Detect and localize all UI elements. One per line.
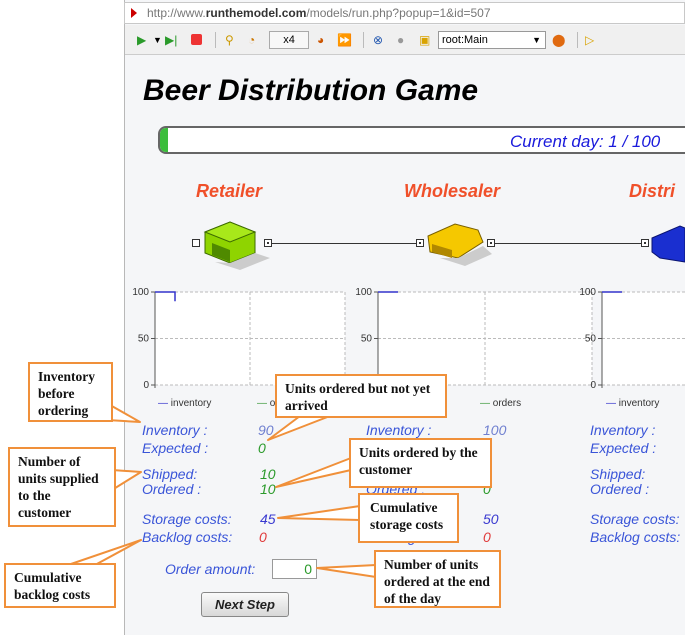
callout-backlog: Cumulative backlog costs <box>4 563 116 608</box>
callout-storage: Cumulative storage costs <box>358 493 459 543</box>
callout-ordered: Units ordered by the customer <box>349 438 492 488</box>
callout-order-amount: Number of units ordered at the end of th… <box>374 550 501 608</box>
callout-inventory: Inventory before ordering <box>28 362 113 422</box>
callout-shipped: Number of units supplied to the customer <box>8 447 116 527</box>
callout-pointers <box>67 404 377 578</box>
callout-expected: Units ordered but not yet arrived <box>275 374 447 418</box>
